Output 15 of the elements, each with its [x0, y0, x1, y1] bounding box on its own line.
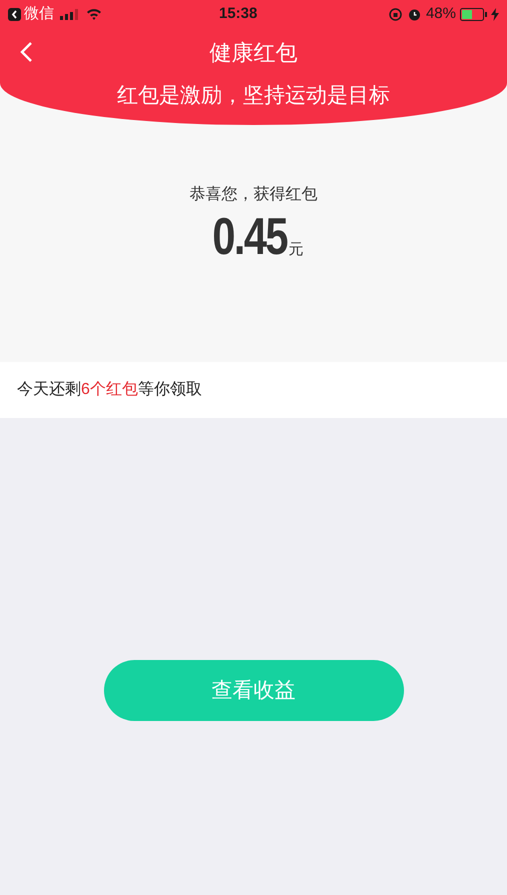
reward-amount: 0.45: [212, 211, 288, 263]
rotation-lock-icon: [388, 8, 402, 20]
clock-time: 15:38: [219, 4, 258, 24]
header-subtitle: 红包是激励，坚持运动是目标: [117, 83, 390, 109]
page-title: 健康红包: [210, 38, 298, 66]
currency-unit: 元: [288, 240, 304, 260]
alarm-clock-icon: [408, 8, 421, 20]
battery-icon: [460, 8, 488, 20]
battery-percentage: 48%: [426, 4, 456, 24]
back-app-label[interactable]: 微信: [24, 2, 54, 26]
back-icon[interactable]: [19, 41, 33, 63]
reward-caption: 恭喜您，获得红包: [190, 184, 318, 205]
signal-icon: [60, 8, 80, 20]
wifi-icon: [86, 8, 102, 20]
remaining-notice: 今天还剩6个红包等你领取: [17, 380, 202, 400]
